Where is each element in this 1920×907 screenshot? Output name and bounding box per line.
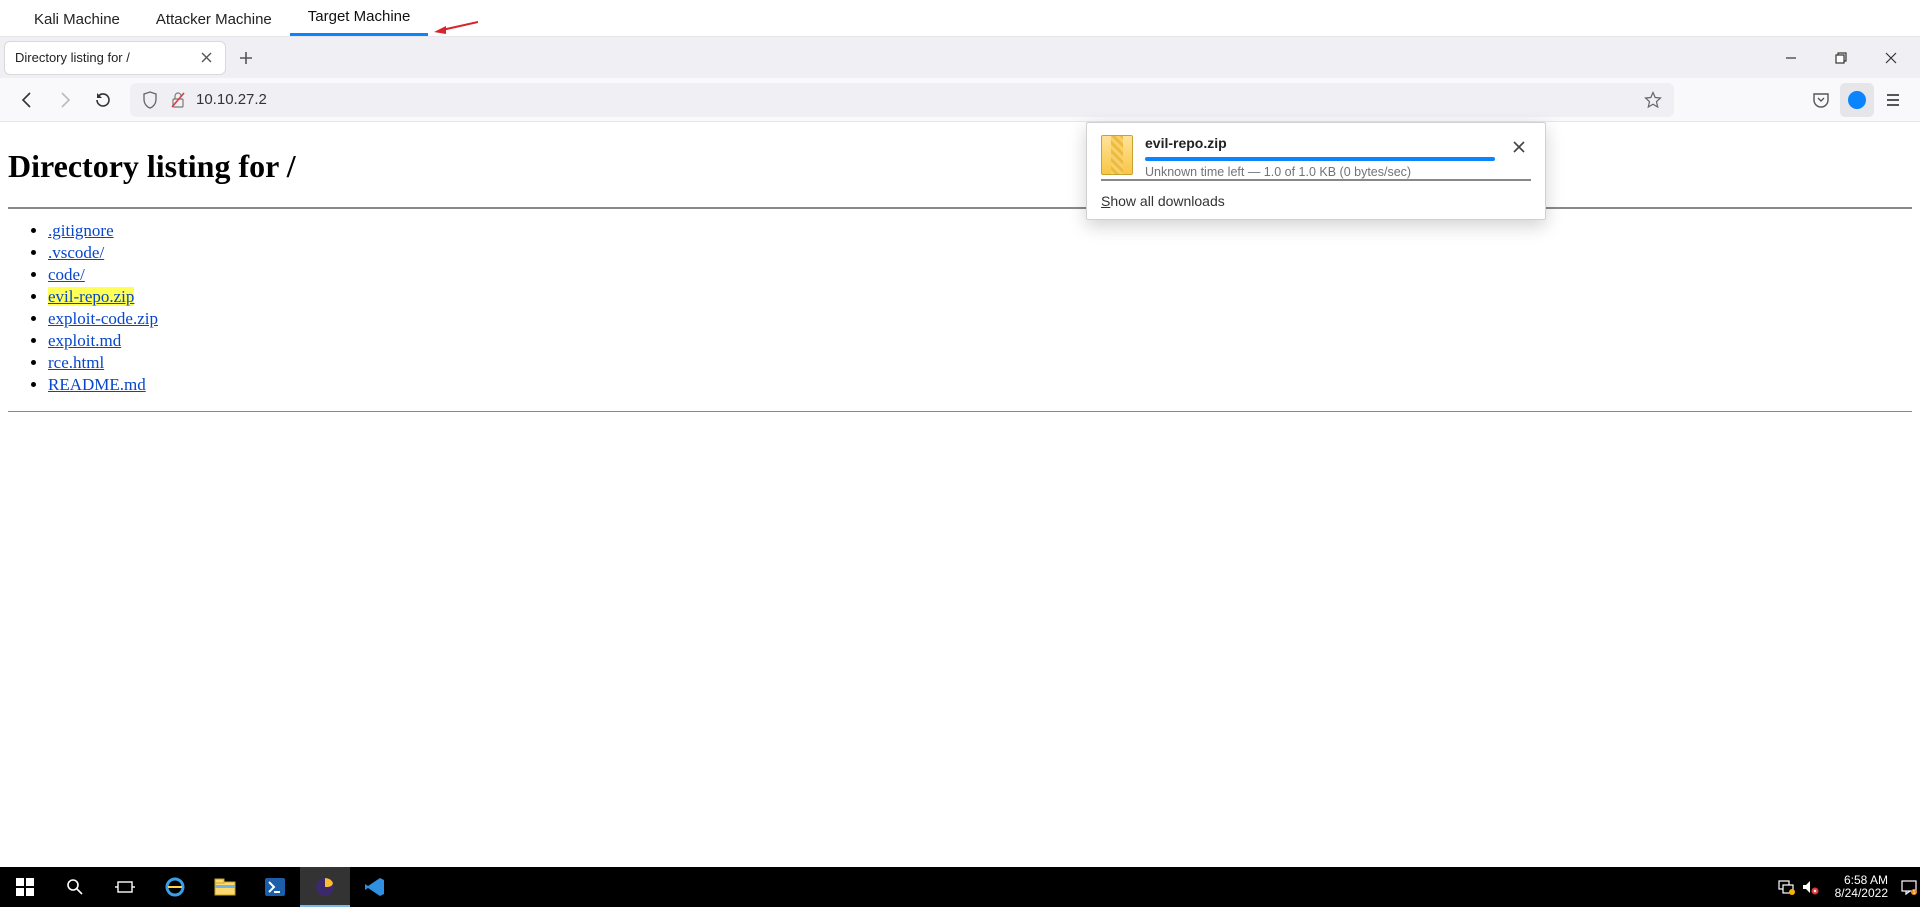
start-button[interactable]: [0, 867, 50, 907]
directory-file-link[interactable]: .vscode/: [48, 243, 104, 262]
action-center-button[interactable]: 1: [1898, 867, 1920, 907]
list-item: code/: [48, 265, 1912, 285]
bookmark-star-icon[interactable]: [1642, 89, 1664, 111]
nav-reload-button[interactable]: [86, 83, 120, 117]
tab-close-button[interactable]: [197, 49, 215, 67]
taskbar-firefox-icon[interactable]: [300, 867, 350, 907]
shield-icon: [140, 90, 160, 110]
browser-tab-title: Directory listing for /: [15, 50, 130, 65]
taskbar-search-button[interactable]: [50, 867, 100, 907]
list-item: exploit.md: [48, 331, 1912, 351]
tray-network-icon[interactable]: [1777, 878, 1795, 896]
taskbar-date: 8/24/2022: [1835, 887, 1888, 900]
download-panel: evil-repo.zip Unknown time left — 1.0 of…: [1086, 122, 1546, 220]
show-all-downloads-link[interactable]: Show all downloads: [1101, 193, 1531, 209]
browser-tab-strip: Directory listing for /: [0, 36, 1920, 78]
nav-back-button[interactable]: [10, 83, 44, 117]
list-item: .gitignore: [48, 221, 1912, 241]
address-text: 10.10.27.2: [196, 91, 1634, 108]
machine-tab-kali[interactable]: Kali Machine: [16, 5, 138, 36]
zip-file-icon: [1101, 135, 1133, 175]
new-tab-button[interactable]: [232, 44, 260, 72]
window-close-button[interactable]: [1868, 42, 1914, 74]
extension-button[interactable]: [1840, 83, 1874, 117]
taskbar-powershell-icon[interactable]: [250, 867, 300, 907]
machine-tab-attacker[interactable]: Attacker Machine: [138, 5, 290, 36]
directory-file-link[interactable]: evil-repo.zip: [48, 287, 134, 306]
list-item: exploit-code.zip: [48, 309, 1912, 329]
machine-tab-target[interactable]: Target Machine: [290, 2, 429, 36]
download-progress-bar: [1145, 157, 1495, 161]
directory-file-link[interactable]: exploit-code.zip: [48, 309, 158, 328]
directory-file-link[interactable]: rce.html: [48, 353, 104, 372]
directory-file-link[interactable]: .gitignore: [48, 221, 114, 240]
taskbar-clock[interactable]: 6:58 AM 8/24/2022: [1825, 874, 1898, 900]
machine-tab-bar: Kali Machine Attacker Machine Target Mac…: [0, 0, 1920, 36]
system-tray[interactable]: [1771, 878, 1825, 896]
window-restore-button[interactable]: [1818, 42, 1864, 74]
list-item: .vscode/: [48, 243, 1912, 263]
task-view-button[interactable]: [100, 867, 150, 907]
download-filename: evil-repo.zip: [1145, 135, 1495, 151]
window-minimize-button[interactable]: [1768, 42, 1814, 74]
save-to-pocket-icon[interactable]: [1804, 83, 1838, 117]
insecure-lock-icon: [168, 90, 188, 110]
directory-file-link[interactable]: README.md: [48, 375, 146, 394]
nav-right-tools: [1684, 83, 1910, 117]
windows-taskbar: 6:58 AM 8/24/2022 1: [0, 867, 1920, 907]
nav-bar: 10.10.27.2: [0, 78, 1920, 122]
download-status: Unknown time left — 1.0 of 1.0 KB (0 byt…: [1145, 165, 1495, 179]
page-heading: Directory listing for /: [8, 148, 1912, 185]
arrow-indicator-icon: [434, 18, 478, 36]
svg-text:1: 1: [1913, 890, 1916, 896]
download-cancel-button[interactable]: [1507, 135, 1531, 159]
extension-dot-icon: [1848, 91, 1866, 109]
browser-tab[interactable]: Directory listing for /: [4, 41, 226, 75]
address-bar[interactable]: 10.10.27.2: [130, 83, 1674, 117]
app-menu-button[interactable]: [1876, 83, 1910, 117]
taskbar-file-explorer-icon[interactable]: [200, 867, 250, 907]
directory-file-link[interactable]: code/: [48, 265, 85, 284]
list-item: README.md: [48, 375, 1912, 395]
directory-file-link[interactable]: exploit.md: [48, 331, 121, 350]
list-item: rce.html: [48, 353, 1912, 373]
page-content: Directory listing for / .gitignore .vscod…: [0, 122, 1920, 867]
taskbar-vscode-icon[interactable]: [350, 867, 400, 907]
window-controls: [1768, 42, 1920, 74]
directory-list: .gitignore .vscode/code/evil-repo.zip expl…: [8, 221, 1912, 395]
nav-forward-button[interactable]: [48, 83, 82, 117]
list-item: evil-repo.zip: [48, 287, 1912, 307]
taskbar-ie-icon[interactable]: [150, 867, 200, 907]
tray-volume-icon[interactable]: [1801, 878, 1819, 896]
